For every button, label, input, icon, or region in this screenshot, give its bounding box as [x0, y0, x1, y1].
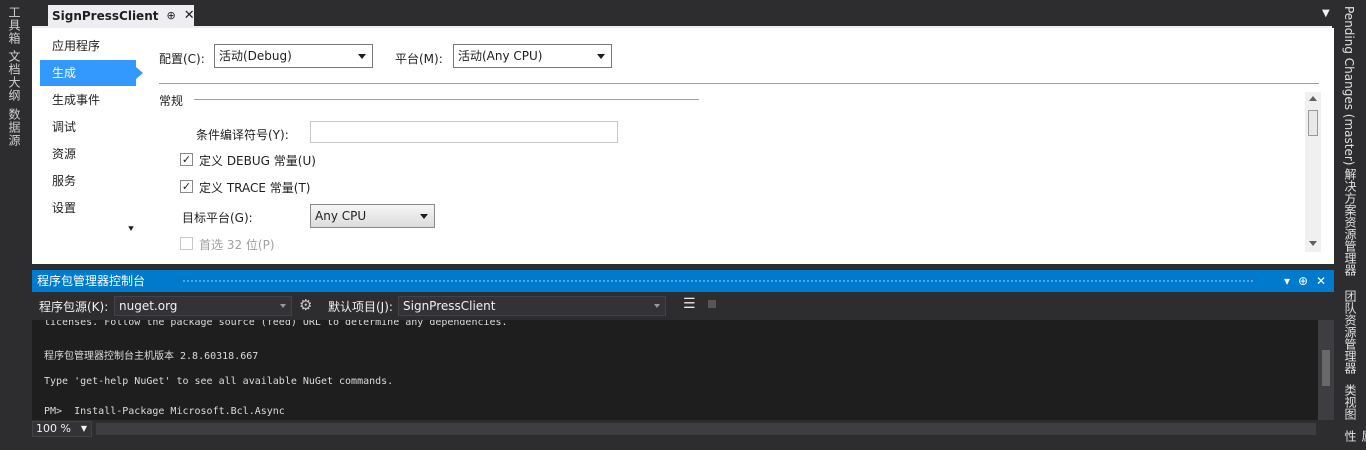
solution-explorer-tab[interactable]: 解决方案资源管理器: [1342, 168, 1359, 276]
tab-overflow-icon[interactable]: ▼: [1322, 8, 1334, 20]
pending-changes-tab[interactable]: Pending Changes (master): [1342, 6, 1356, 165]
section-general-heading: 常规: [159, 94, 184, 108]
prefer32-label: 首选 32 位(P): [199, 238, 275, 252]
default-project-label: 默认项目(J):: [328, 300, 393, 314]
nav-item-services[interactable]: 服务: [40, 168, 136, 194]
pin-icon[interactable]: ⊕: [166, 9, 175, 22]
scroll-up-icon[interactable]: [1309, 96, 1317, 101]
console-line: PM> Install-Package Microsoft.Bcl.Async: [44, 406, 285, 417]
package-manager-console[interactable]: licenses. Follow the package source (fee…: [32, 320, 1334, 420]
data-sources-tab[interactable]: 数据源: [6, 108, 23, 147]
toolbox-tab[interactable]: 工具箱: [6, 6, 23, 45]
package-manager-title: 程序包管理器控制台: [37, 274, 146, 288]
nav-more-icon[interactable]: ⯆: [127, 224, 135, 235]
target-platform-value: Any CPU: [315, 209, 367, 223]
bottom-tab-strip: [32, 438, 1334, 450]
platform-label: 平台(M):: [395, 52, 443, 66]
properties-tab[interactable]: 属性: [1342, 430, 1366, 450]
document-tab[interactable]: SignPressClient ⊕ ✕: [48, 5, 195, 26]
close-icon[interactable]: ✕: [1316, 270, 1326, 292]
team-explorer-tab[interactable]: 团队资源管理器: [1342, 290, 1359, 374]
target-platform-select[interactable]: Any CPU: [310, 204, 435, 228]
chevron-down-icon: [358, 54, 366, 59]
selected-nav-arrow: [136, 67, 143, 79]
default-project-select[interactable]: SignPressClient: [398, 296, 666, 316]
console-line: Type 'get-help NuGet' to see all availab…: [44, 376, 394, 387]
conditional-symbols-input[interactable]: [310, 121, 618, 143]
zoom-select[interactable]: 100 % ▼: [32, 421, 92, 437]
console-line: 程序包管理器控制台主机版本 2.8.60318.667: [44, 351, 259, 362]
header-divider: [159, 83, 1319, 84]
properties-scrollbar[interactable]: [1305, 92, 1321, 252]
nav-item-resources[interactable]: 资源: [40, 141, 136, 167]
config-select-value: 活动(Debug): [219, 49, 292, 63]
stop-icon[interactable]: [708, 300, 716, 308]
console-scrollbar[interactable]: [1318, 320, 1334, 420]
clear-console-icon[interactable]: ☰: [683, 296, 696, 312]
pin-icon[interactable]: ⊕: [1298, 270, 1308, 292]
horizontal-scrollbar[interactable]: [96, 423, 1316, 435]
define-trace-checkbox[interactable]: ✓: [180, 180, 193, 193]
section-divider: [194, 99, 699, 100]
document-tab-title: SignPressClient: [52, 8, 159, 23]
package-source-label: 程序包源(K):: [39, 300, 109, 314]
document-outline-tab[interactable]: 文档大纲: [6, 50, 23, 102]
scroll-thumb[interactable]: [1308, 110, 1318, 136]
project-properties-page: 应用程序 生成 生成事件 调试 资源 服务 设置 ⯆ 配置(C): 活动(Deb…: [32, 28, 1334, 264]
class-view-tab[interactable]: 类视图: [1342, 384, 1359, 420]
settings-gear-icon[interactable]: ⚙: [299, 296, 312, 314]
chevron-down-icon: [654, 304, 660, 308]
right-tool-strip: Pending Changes (master) 解决方案资源管理器 团队资源管…: [1334, 0, 1366, 450]
define-debug-label: 定义 DEBUG 常量(U): [199, 154, 316, 168]
scroll-down-icon[interactable]: [1309, 241, 1317, 246]
left-tool-strip: 工具箱 文档大纲 数据源: [0, 0, 30, 450]
nav-item-build[interactable]: 生成: [40, 60, 136, 86]
zoom-value: 100 %: [36, 422, 71, 435]
console-line: licenses. Follow the package source (fee…: [44, 320, 508, 328]
platform-select-value: 活动(Any CPU): [458, 49, 543, 63]
nav-item-build-events[interactable]: 生成事件: [40, 87, 136, 113]
prefer32-checkbox[interactable]: [180, 237, 193, 250]
package-source-value: nuget.org: [119, 299, 178, 313]
chevron-down-icon: [280, 304, 286, 308]
define-trace-label: 定义 TRACE 常量(T): [199, 181, 311, 195]
scroll-thumb[interactable]: [1322, 350, 1330, 386]
chevron-down-icon: ▼: [80, 424, 87, 433]
nav-item-debug[interactable]: 调试: [40, 114, 136, 140]
title-grip: [182, 279, 1254, 283]
package-source-select[interactable]: nuget.org: [114, 296, 292, 316]
platform-select[interactable]: 活动(Any CPU): [453, 44, 612, 68]
define-debug-checkbox[interactable]: ✓: [180, 153, 193, 166]
chevron-down-icon: [597, 54, 605, 59]
config-label: 配置(C):: [159, 52, 205, 66]
conditional-symbols-label: 条件编译符号(Y):: [196, 128, 289, 142]
target-platform-label: 目标平台(G):: [182, 211, 253, 225]
nav-item-settings[interactable]: 设置: [40, 195, 136, 221]
window-menu-icon[interactable]: ▾: [1284, 270, 1290, 292]
package-manager-toolbar: 程序包源(K): nuget.org ⚙ 默认项目(J): SignPressC…: [32, 292, 1334, 320]
config-select[interactable]: 活动(Debug): [214, 44, 373, 68]
nav-item-application[interactable]: 应用程序: [40, 33, 136, 59]
close-icon[interactable]: ✕: [184, 8, 195, 23]
package-manager-title-bar[interactable]: 程序包管理器控制台 ▾ ⊕ ✕: [32, 270, 1334, 292]
default-project-value: SignPressClient: [403, 299, 496, 313]
chevron-down-icon: [420, 214, 428, 219]
